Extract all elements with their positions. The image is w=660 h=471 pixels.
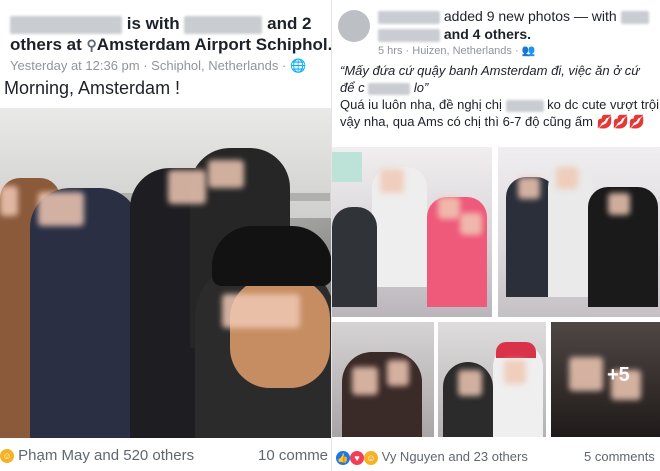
grid-photo[interactable]: [498, 147, 660, 317]
right-post-body: “Mấy đứa cứ quậy banh Amsterdam đi, việc…: [340, 62, 660, 130]
header-with-text: is with: [126, 14, 180, 33]
grid-photo[interactable]: [332, 322, 434, 437]
love-icon: ♥: [350, 450, 364, 465]
avatar[interactable]: [338, 10, 370, 42]
like-icon: 👍: [336, 450, 350, 465]
comments-count[interactable]: 5 comments: [584, 449, 655, 464]
header-and-text: and 2: [267, 14, 312, 33]
friends-icon: 👥: [521, 45, 536, 57]
right-post-header: added 9 new photos — with: [378, 8, 658, 24]
more-photos-count[interactable]: +5: [607, 364, 630, 387]
left-post-header: is with and 2: [10, 14, 330, 34]
post-timestamp[interactable]: Yesterday at 12:36 pm: [10, 58, 140, 73]
left-post-footer: ☺ Phạm May and 520 others 10 comme: [0, 439, 331, 471]
left-post-header-line2: others at ⚲Amsterdam Airport Schiphol.: [10, 35, 331, 55]
post-photo[interactable]: [0, 108, 331, 438]
location-pin-icon: ⚲: [86, 37, 97, 53]
blurred-name: [10, 15, 122, 34]
left-post-meta: Yesterday at 12:36 pm · Schiphol, Nether…: [10, 58, 307, 73]
right-post-header-line2: and 4 others.: [378, 26, 531, 42]
blurred-name: [184, 15, 263, 34]
blurred-name: [368, 82, 411, 95]
right-post-meta: 5 hrs · Huizen, Netherlands · 👥: [378, 45, 536, 57]
haha-icon: ☺: [364, 450, 378, 465]
body-line: để c lo”: [340, 80, 429, 95]
right-post: added 9 new photos — with and 4 others. …: [331, 0, 660, 471]
left-post: is with and 2 others at ⚲Amsterdam Airpo…: [0, 0, 331, 471]
right-post-footer: 👍 ♥ ☺ Vy Nguyen and 23 others 5 comments: [332, 439, 660, 471]
blurred-name: [378, 10, 440, 24]
globe-icon: 🌐: [289, 58, 307, 73]
blurred-name: [378, 28, 440, 42]
haha-icon: ☺: [0, 449, 14, 464]
body-line: vậy nha, qua Ams có chị thì 6-7 độ cũng …: [340, 114, 646, 129]
blurred-name: [620, 10, 649, 24]
grid-photo[interactable]: [332, 147, 492, 317]
header-others-text: others at: [10, 35, 82, 54]
reactions-count[interactable]: Vy Nguyen and 23 others: [382, 449, 528, 464]
location-link[interactable]: Amsterdam Airport Schiphol.: [97, 35, 331, 54]
grid-photo-more[interactable]: +5: [551, 322, 660, 437]
blurred-name: [505, 99, 544, 112]
reactions-count[interactable]: Phạm May and 520 others: [18, 447, 194, 464]
post-place[interactable]: Schiphol, Netherlands: [151, 58, 278, 73]
post-time[interactable]: 5 hrs: [378, 45, 402, 57]
post-body: Morning, Amsterdam !: [4, 78, 181, 98]
header-others-text: and 4 others.: [443, 26, 532, 42]
body-line: “Mấy đứa cứ quậy banh Amsterdam đi, việc…: [340, 63, 640, 78]
body-line: Quá iu luôn nha, đề nghị chị ko dc cute …: [340, 97, 660, 112]
post-place[interactable]: Huizen, Netherlands: [412, 45, 512, 57]
comments-count[interactable]: 10 comme: [258, 447, 328, 464]
header-added-text: added 9 new photos — with: [443, 8, 617, 24]
grid-photo[interactable]: [438, 322, 546, 437]
